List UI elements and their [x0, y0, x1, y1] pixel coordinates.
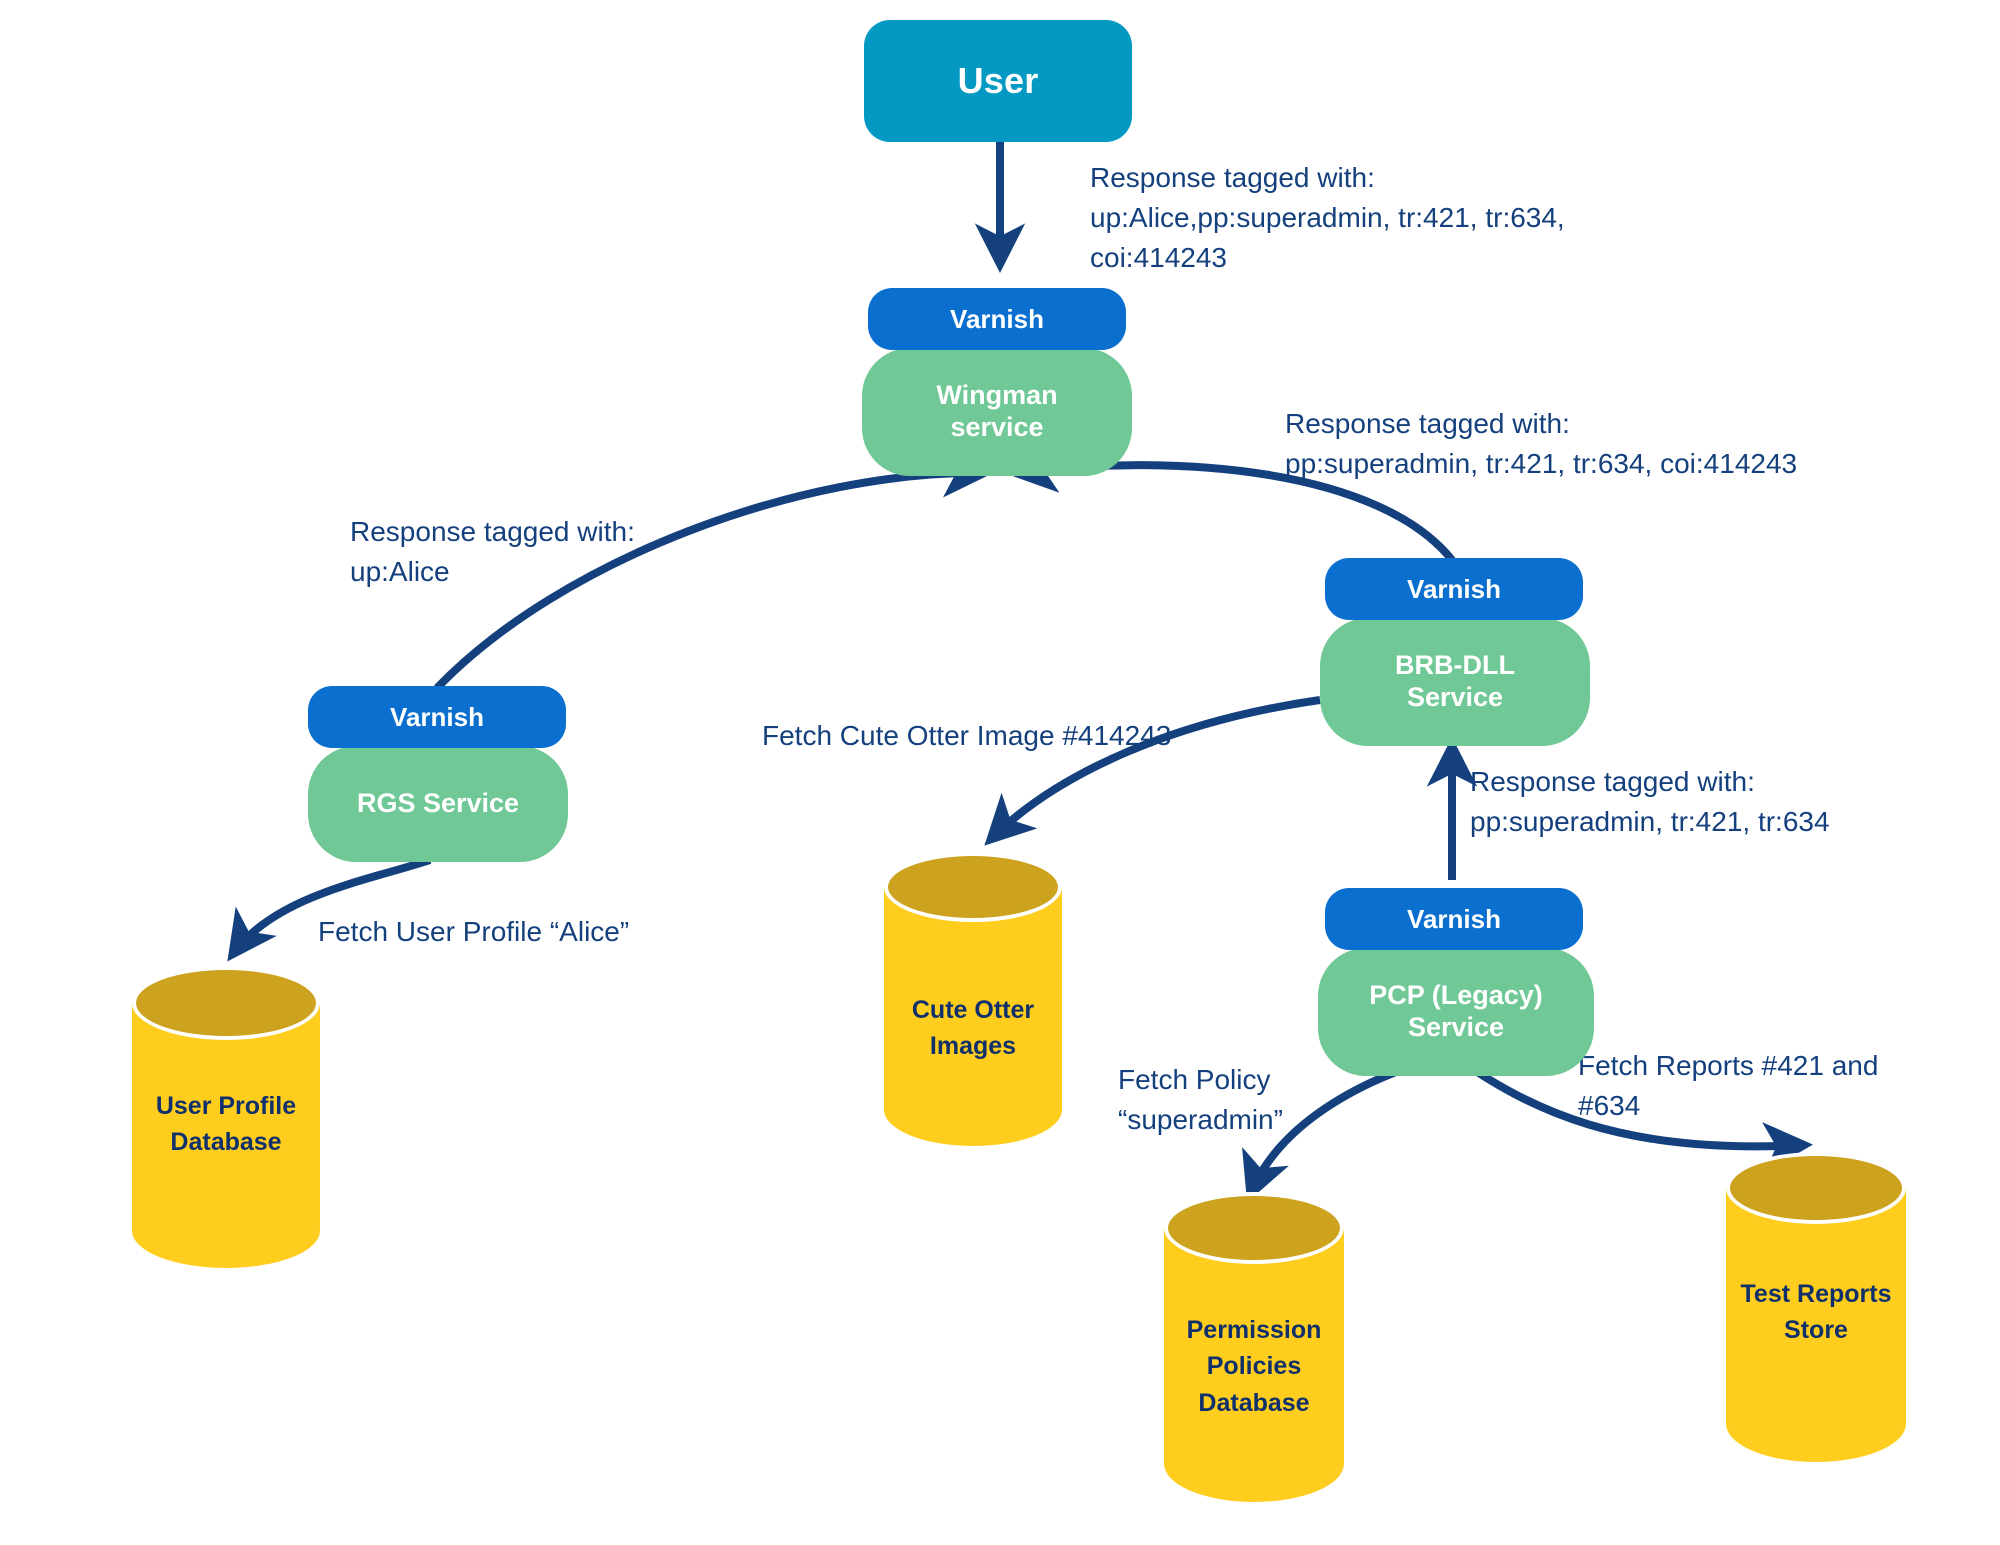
node-permission-policies-database[interactable]: Permission Policies Database: [1164, 1192, 1344, 1502]
node-pcp-varnish[interactable]: Varnish: [1325, 888, 1583, 950]
edge-label-rgs-to-user-profile-db: Fetch User Profile “Alice”: [318, 916, 630, 947]
node-user-profile-database[interactable]: User Profile Database: [132, 966, 320, 1268]
diagram-canvas: User Varnish Wingman service Varnish RGS…: [0, 0, 2000, 1545]
otter-images-database-label: Cute Otter Images: [911, 996, 1035, 1061]
edge-label-rgs-to-wingman: Response tagged with: up:Alice: [350, 516, 635, 587]
cylinder-top: [1726, 1152, 1906, 1224]
node-otter-images-database[interactable]: Cute Otter Images: [884, 852, 1062, 1146]
edge-label-pcp-to-brbdll: Response tagged with: pp:superadmin, tr:…: [1470, 766, 1830, 837]
edge-label-brbdll-to-wingman: Response tagged with: pp:superadmin, tr:…: [1285, 408, 1798, 479]
node-wingman-varnish[interactable]: Varnish: [868, 288, 1126, 350]
user-profile-database-label: User Profile Database: [155, 1092, 297, 1157]
cylinder-top: [1164, 1192, 1344, 1264]
test-reports-database-label: Test Reports Store: [1740, 1280, 1892, 1345]
edge-label-user-to-wingman: Response tagged with: up:Alice,pp:supera…: [1090, 162, 1565, 273]
node-rgs-service[interactable]: RGS Service: [308, 746, 568, 862]
node-brbdll-service[interactable]: BRB-DLL Service: [1320, 618, 1590, 746]
node-pcp-service[interactable]: PCP (Legacy) Service: [1318, 948, 1594, 1076]
node-rgs-varnish[interactable]: Varnish: [308, 686, 566, 748]
node-user[interactable]: User: [864, 20, 1132, 142]
node-brbdll-varnish[interactable]: Varnish: [1325, 558, 1583, 620]
edge-label-pcp-to-test-reports: Fetch Reports #421 and #634: [1578, 1050, 1879, 1121]
cylinder-top: [132, 966, 320, 1040]
edge-label-brbdll-to-otter-images: Fetch Cute Otter Image #414243: [762, 720, 1172, 751]
permission-policies-database-label: Permission Policies Database: [1186, 1316, 1322, 1417]
cylinder-top: [884, 852, 1062, 922]
node-test-reports-database[interactable]: Test Reports Store: [1726, 1152, 1906, 1462]
node-wingman-service[interactable]: Wingman service: [862, 348, 1132, 476]
